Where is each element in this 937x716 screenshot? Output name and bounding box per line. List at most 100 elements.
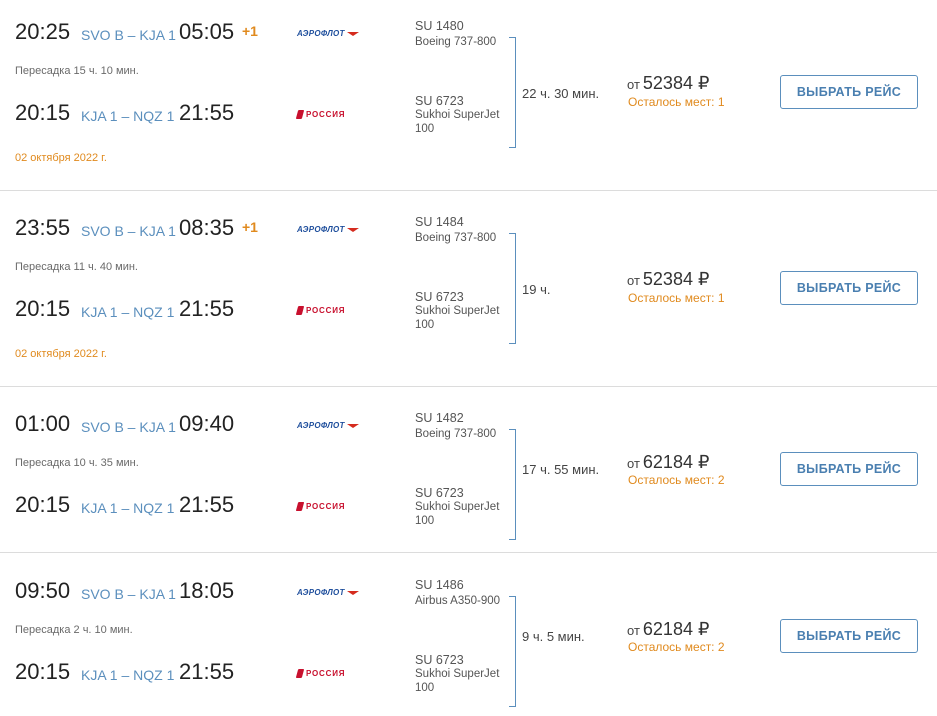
price-prefix: от xyxy=(627,456,640,471)
duration-bracket xyxy=(509,233,516,344)
leg2-arrival-time: 21:55 xyxy=(179,492,235,517)
ruble-icon: ₽ xyxy=(697,619,710,639)
select-flight-button[interactable]: ВЫБРАТЬ РЕЙС xyxy=(780,452,918,486)
leg2-arrival-time: 21:55 xyxy=(179,296,235,321)
price: от 62184 ₽ xyxy=(627,452,709,473)
price: от 62184 ₽ xyxy=(627,619,709,640)
leg1-arrival-time: 05:05 xyxy=(179,19,235,44)
flight-result-card: 09:50 SVO B – KJA 1 18:05 АЭРОФЛОТ SU 14… xyxy=(0,559,937,716)
aeroflot-logo: АЭРОФЛОТ xyxy=(297,588,359,597)
leg1-aircraft: Boeing 737-800 xyxy=(415,232,497,244)
duration-bracket xyxy=(509,596,516,707)
aeroflot-wing-icon xyxy=(346,423,359,428)
leg2-route: KJA 1 – NQZ 1 xyxy=(81,667,175,683)
leg2-departure-time: 20:15 xyxy=(15,492,71,517)
leg2-arrival-time: 21:55 xyxy=(179,659,235,684)
leg1-flight-number: SU 1486 xyxy=(415,578,464,592)
leg2-aircraft: Sukhoi SuperJet 100 xyxy=(415,501,500,527)
leg1-route: SVO B – KJA 1 xyxy=(81,586,176,602)
leg2-aircraft: Sukhoi SuperJet 100 xyxy=(415,305,500,331)
total-duration: 19 ч. xyxy=(522,282,551,297)
leg1-arrival-time: 18:05 xyxy=(179,578,235,603)
rossiya-logo: РОССИЯ xyxy=(295,502,346,511)
seats-left: Осталось мест: 2 xyxy=(628,640,725,654)
price-value: 62184 xyxy=(642,619,693,639)
card-divider xyxy=(0,386,937,387)
next-day-badge: +1 xyxy=(242,23,258,39)
seats-left: Осталось мест: 2 xyxy=(628,473,725,487)
aeroflot-logo-text: АЭРОФЛОТ xyxy=(297,421,345,430)
leg2-departure-time: 20:15 xyxy=(15,100,71,125)
rossiya-mark-icon xyxy=(295,669,305,678)
ruble-icon: ₽ xyxy=(697,452,710,472)
leg2-route: KJA 1 – NQZ 1 xyxy=(81,108,175,124)
card-divider xyxy=(0,552,937,553)
seats-left: Осталось мест: 1 xyxy=(628,95,725,109)
flight-date: 02 октября 2022 г. xyxy=(15,348,107,360)
aeroflot-logo-text: АЭРОФЛОТ xyxy=(297,588,345,597)
aeroflot-logo-text: АЭРОФЛОТ xyxy=(297,29,345,38)
leg1-arrival-time: 08:35 xyxy=(179,215,235,240)
leg1-route: SVO B – KJA 1 xyxy=(81,27,176,43)
rossiya-logo-text: РОССИЯ xyxy=(306,110,346,119)
price-prefix: от xyxy=(627,273,640,288)
rossiya-logo: РОССИЯ xyxy=(295,110,346,119)
transfer-info: Пересадка 2 ч. 10 мин. xyxy=(15,624,133,636)
leg1-aircraft: Boeing 737-800 xyxy=(415,36,497,48)
flight-result-card: 23:55 SVO B – KJA 1 08:35 +1 АЭРОФЛОТ SU… xyxy=(0,196,937,386)
duration-bracket xyxy=(509,429,516,540)
leg2-aircraft: Sukhoi SuperJet 100 xyxy=(415,109,500,135)
flight-date: 02 октября 2022 г. xyxy=(15,152,107,164)
leg2-route: KJA 1 – NQZ 1 xyxy=(81,304,175,320)
flight-result-card: 01:00 SVO B – KJA 1 09:40 АЭРОФЛОТ SU 14… xyxy=(0,392,937,552)
leg1-route: SVO B – KJA 1 xyxy=(81,223,176,239)
aeroflot-wing-icon xyxy=(346,31,359,36)
leg2-departure-time: 20:15 xyxy=(15,659,71,684)
price-value: 62184 xyxy=(642,452,693,472)
leg2-flight-number: SU 6723 xyxy=(415,653,464,667)
select-flight-button[interactable]: ВЫБРАТЬ РЕЙС xyxy=(780,619,918,653)
leg1-departure-time: 01:00 xyxy=(15,411,71,436)
select-flight-button[interactable]: ВЫБРАТЬ РЕЙС xyxy=(780,75,918,109)
transfer-info: Пересадка 15 ч. 10 мин. xyxy=(15,65,139,77)
leg1-departure-time: 09:50 xyxy=(15,578,71,603)
leg1-flight-number: SU 1480 xyxy=(415,19,464,33)
leg1-aircraft: Boeing 737-800 xyxy=(415,428,497,440)
aeroflot-wing-icon xyxy=(346,590,359,595)
leg1-flight-number: SU 1482 xyxy=(415,411,464,425)
price: от 52384 ₽ xyxy=(627,73,709,94)
rossiya-logo-text: РОССИЯ xyxy=(306,306,346,315)
aeroflot-logo: АЭРОФЛОТ xyxy=(297,225,359,234)
seats-left: Осталось мест: 1 xyxy=(628,291,725,305)
rossiya-logo-text: РОССИЯ xyxy=(306,669,346,678)
price-prefix: от xyxy=(627,77,640,92)
leg2-aircraft: Sukhoi SuperJet 100 xyxy=(415,668,500,694)
price-prefix: от xyxy=(627,623,640,638)
leg2-arrival-time: 21:55 xyxy=(179,100,235,125)
select-flight-button[interactable]: ВЫБРАТЬ РЕЙС xyxy=(780,271,918,305)
rossiya-mark-icon xyxy=(295,502,305,511)
total-duration: 9 ч. 5 мин. xyxy=(522,629,585,644)
duration-bracket xyxy=(509,37,516,148)
aeroflot-wing-icon xyxy=(346,227,359,232)
aeroflot-logo: АЭРОФЛОТ xyxy=(297,29,359,38)
ruble-icon: ₽ xyxy=(697,73,710,93)
leg1-flight-number: SU 1484 xyxy=(415,215,464,229)
leg2-flight-number: SU 6723 xyxy=(415,486,464,500)
price: от 52384 ₽ xyxy=(627,269,709,290)
aeroflot-logo: АЭРОФЛОТ xyxy=(297,421,359,430)
leg1-departure-time: 23:55 xyxy=(15,215,71,240)
leg1-aircraft: Airbus A350-900 xyxy=(415,595,501,607)
ruble-icon: ₽ xyxy=(697,269,710,289)
leg2-departure-time: 20:15 xyxy=(15,296,71,321)
flight-result-card: 20:25 SVO B – KJA 1 05:05 +1 АЭРОФЛОТ SU… xyxy=(0,0,937,190)
leg2-flight-number: SU 6723 xyxy=(415,290,464,304)
leg1-route: SVO B – KJA 1 xyxy=(81,419,176,435)
leg2-flight-number: SU 6723 xyxy=(415,94,464,108)
total-duration: 22 ч. 30 мин. xyxy=(522,86,600,101)
leg2-route: KJA 1 – NQZ 1 xyxy=(81,500,175,516)
leg1-arrival-time: 09:40 xyxy=(179,411,235,436)
price-value: 52384 xyxy=(642,269,693,289)
rossiya-mark-icon xyxy=(295,306,305,315)
rossiya-logo-text: РОССИЯ xyxy=(306,502,346,511)
